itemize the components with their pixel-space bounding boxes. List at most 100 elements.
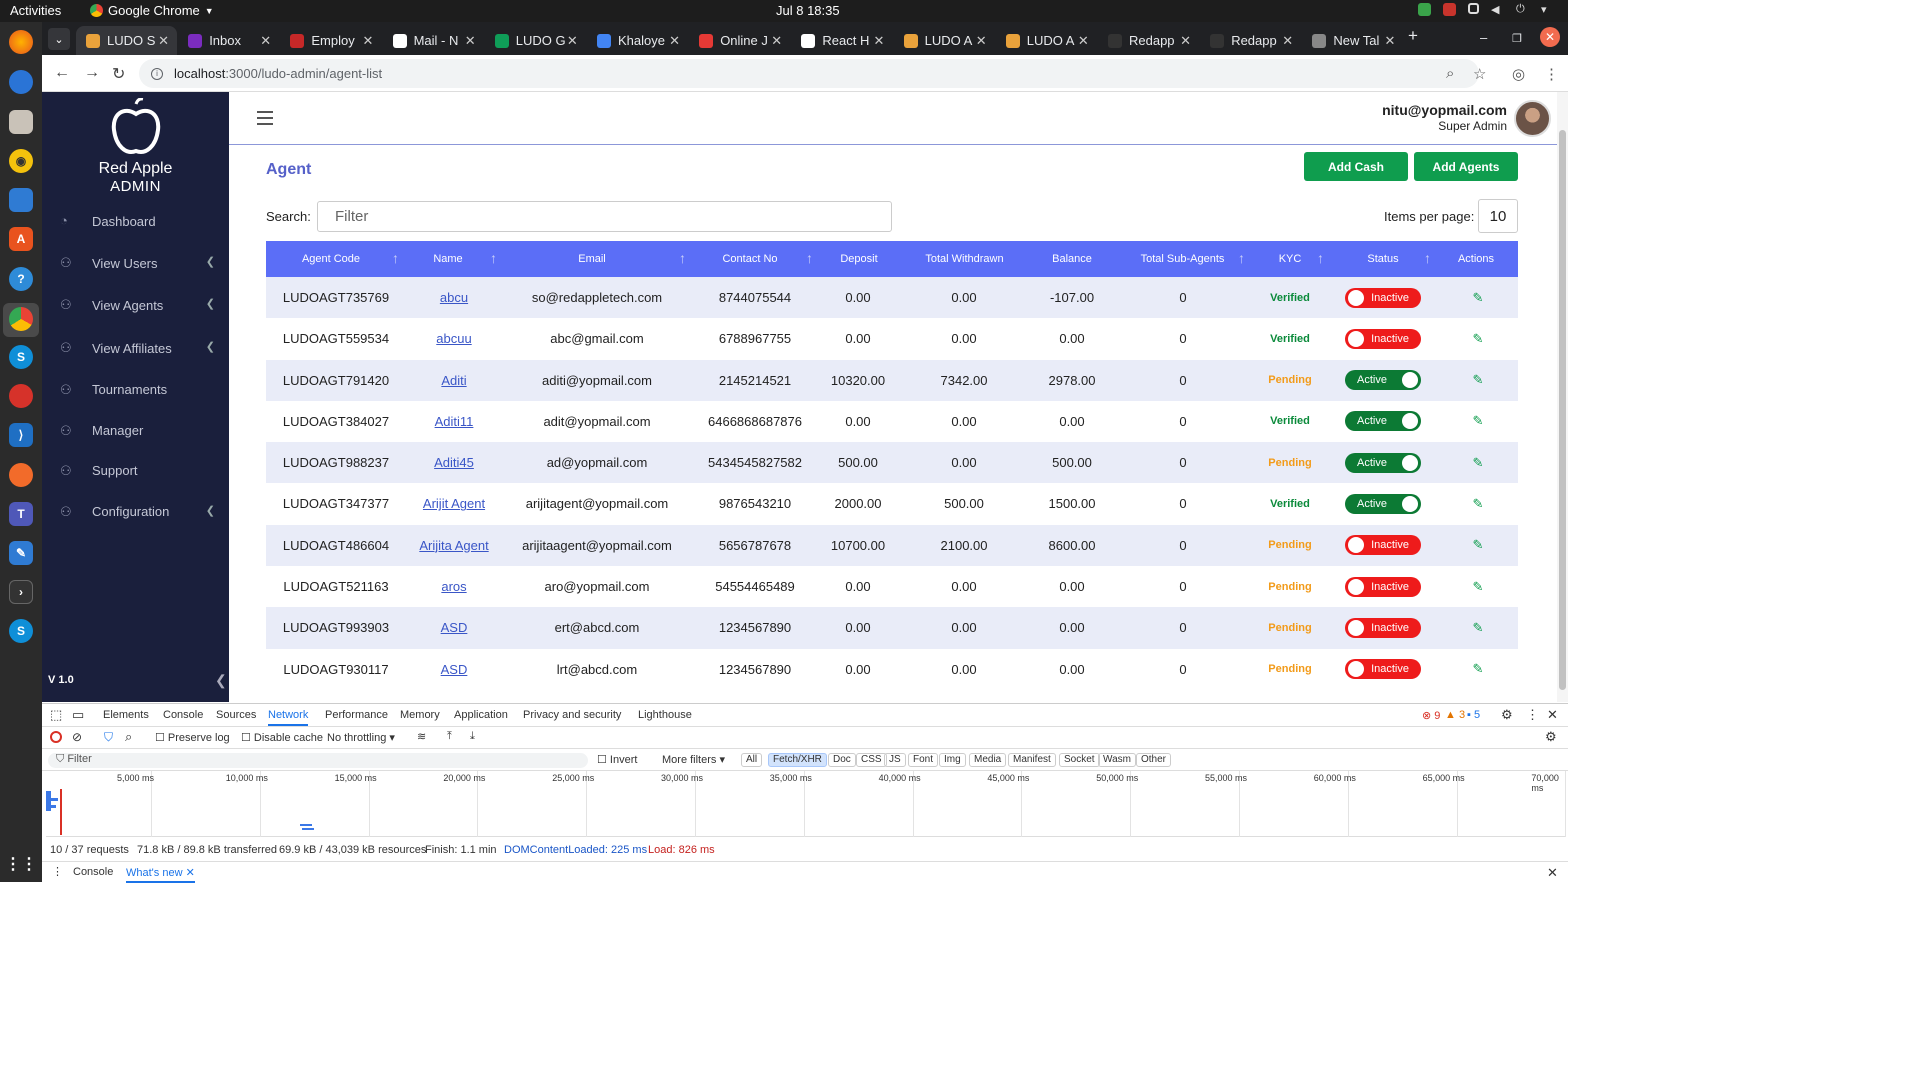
red-apple-icon[interactable]: [9, 384, 33, 408]
network-conditions-icon[interactable]: ≋: [417, 730, 426, 743]
status-toggle[interactable]: Active: [1345, 370, 1421, 391]
agent-name-link[interactable]: aros: [441, 579, 466, 594]
column-header-total-sub-agents[interactable]: Total Sub-Agents: [1117, 241, 1248, 277]
preserve-log-checkbox[interactable]: ☐ Preserve log: [155, 731, 230, 744]
agent-name-link[interactable]: ASD: [441, 620, 468, 635]
filter-chip-wasm[interactable]: Wasm: [1098, 753, 1136, 767]
search-icon[interactable]: ⌕: [125, 729, 132, 745]
filter-icon[interactable]: ⛉: [104, 730, 113, 745]
tab-close-icon[interactable]: ✕: [158, 33, 169, 49]
tab-close-icon[interactable]: ✕: [465, 33, 476, 49]
edit-icon[interactable]: ✎: [1473, 620, 1484, 636]
add-cash-button[interactable]: Add Cash: [1304, 152, 1408, 181]
devtools-tab-lighthouse[interactable]: Lighthouse: [638, 709, 692, 721]
software-center-icon[interactable]: A: [9, 227, 33, 251]
address-bar[interactable]: i localhost:3000/ludo-admin/agent-list: [139, 59, 1479, 88]
avatar[interactable]: [1514, 100, 1551, 137]
export-har-icon[interactable]: ⤓: [470, 730, 475, 743]
browser-tab[interactable]: Redapp ✕: [1200, 26, 1301, 55]
user-email[interactable]: nitu@yopmail.com: [1382, 102, 1507, 118]
edit-icon[interactable]: ✎: [1473, 331, 1484, 347]
status-toggle[interactable]: Inactive: [1345, 535, 1421, 556]
browser-tab[interactable]: Employ ✕: [280, 26, 381, 55]
profile-icon[interactable]: ◎: [1512, 65, 1525, 83]
bookmark-star-icon[interactable]: ☆: [1473, 65, 1486, 83]
browser-tab[interactable]: Inbox ✕: [178, 26, 279, 55]
filter-chip-manifest[interactable]: Manifest: [1008, 753, 1056, 767]
back-icon[interactable]: ←: [54, 64, 70, 82]
browser-tab[interactable]: Redapp ✕: [1098, 26, 1199, 55]
devtools-tab-privacy-and-security[interactable]: Privacy and security: [523, 709, 621, 721]
clock[interactable]: Jul 8 18:35: [776, 3, 840, 18]
tab-close-icon[interactable]: ✕: [260, 33, 271, 49]
status-toggle[interactable]: Active: [1345, 411, 1421, 432]
maximize-button[interactable]: ❐: [1512, 32, 1522, 45]
agent-name-link[interactable]: Aditi45: [434, 455, 474, 470]
new-tab-button[interactable]: +: [1408, 26, 1418, 46]
warning-count[interactable]: ▲ 3: [1445, 709, 1465, 721]
drawer-menu-icon[interactable]: ⋮: [52, 865, 63, 878]
skype-secondary-icon[interactable]: S: [9, 619, 33, 643]
filter-chip-css[interactable]: CSS: [856, 753, 887, 767]
sidebar-item-view-agents[interactable]: ⚇ View Agents ❮: [42, 284, 229, 327]
browser-tab[interactable]: LUDO G ✕: [485, 26, 586, 55]
edit-icon[interactable]: ✎: [1473, 579, 1484, 595]
import-har-icon[interactable]: ⤒: [447, 730, 452, 743]
agent-name-link[interactable]: Arijita Agent: [419, 538, 488, 553]
agent-name-link[interactable]: abcu: [440, 290, 468, 305]
network-filter-input[interactable]: ⛉ Filter: [48, 753, 588, 768]
terminal-icon[interactable]: ›: [9, 580, 33, 604]
sidebar-item-dashboard[interactable]: ◔ Dashboard: [42, 200, 229, 242]
browser-tab[interactable]: Online J ✕: [689, 26, 790, 55]
network-timeline[interactable]: 5,000 ms 10,000 ms 15,000 ms 20,000 ms 25,00…: [46, 771, 1567, 837]
sidebar-item-view-affiliates[interactable]: ⚇ View Affiliates ❮: [42, 327, 229, 369]
skype-icon[interactable]: S: [9, 345, 33, 369]
filter-chip-img[interactable]: Img: [939, 753, 966, 767]
agent-name-link[interactable]: abcuu: [436, 331, 471, 346]
browser-tab[interactable]: New Tal ✕: [1302, 26, 1403, 55]
activities-button[interactable]: Activities: [10, 3, 61, 18]
disable-cache-checkbox[interactable]: ☐ Disable cache: [241, 731, 323, 744]
devtools-tab-memory[interactable]: Memory: [400, 709, 440, 721]
filter-chip-media[interactable]: Media: [969, 753, 1007, 767]
tab-close-icon[interactable]: ✕: [771, 33, 782, 49]
status-toggle[interactable]: Inactive: [1345, 328, 1421, 349]
column-header-status[interactable]: Status: [1332, 241, 1434, 277]
thunderbird-icon[interactable]: [9, 70, 33, 94]
filter-chip-other[interactable]: Other: [1136, 753, 1172, 767]
status-toggle[interactable]: Inactive: [1345, 659, 1421, 680]
close-devtools-icon[interactable]: ✕: [1547, 707, 1558, 723]
sidebar-item-configuration[interactable]: ⚇ Configuration ❮: [42, 491, 229, 532]
close-window-button[interactable]: ✕: [1540, 27, 1560, 47]
tab-close-icon[interactable]: ✕: [669, 33, 680, 49]
devtools-tab-console[interactable]: Console: [163, 709, 203, 721]
column-header-contact-no[interactable]: Contact No: [684, 241, 816, 277]
browser-tab[interactable]: Mail - N ✕: [383, 26, 484, 55]
system-tray[interactable]: ◀ ⏻ ▾: [1418, 3, 1554, 16]
sort-arrow-icon[interactable]: ↑: [806, 250, 813, 266]
tab-close-icon[interactable]: ✕: [1282, 33, 1293, 49]
column-header-agent-code[interactable]: Agent Code: [266, 241, 396, 277]
agent-name-link[interactable]: Arijit Agent: [423, 496, 485, 511]
tab-close-icon[interactable]: ✕: [362, 33, 373, 49]
status-toggle[interactable]: Active: [1345, 493, 1421, 514]
tab-close-icon[interactable]: ✕: [1180, 33, 1191, 49]
vscode-icon[interactable]: ⟩: [9, 423, 33, 447]
devtools-tab-application[interactable]: Application: [454, 709, 508, 721]
app-menu[interactable]: Google Chrome ▼: [90, 3, 214, 18]
add-agents-button[interactable]: Add Agents: [1414, 152, 1518, 181]
devtools-tab-sources[interactable]: Sources: [216, 709, 256, 721]
browser-tab[interactable]: Khaloye ✕: [587, 26, 688, 55]
filter-chip-doc[interactable]: Doc: [828, 753, 856, 767]
chrome-dock-icon[interactable]: [9, 307, 33, 331]
tab-close-icon[interactable]: ✕: [567, 33, 578, 49]
tab-search-button[interactable]: ⌄: [48, 28, 70, 50]
collapse-sidebar-icon[interactable]: ❮: [215, 672, 227, 689]
settings-gear-icon[interactable]: ⚙: [1501, 707, 1513, 723]
search-input[interactable]: Filter: [317, 201, 892, 232]
status-toggle[interactable]: Inactive: [1345, 617, 1421, 638]
message-count[interactable]: ▪ 5: [1467, 709, 1480, 721]
tab-close-icon[interactable]: ✕: [873, 33, 884, 49]
sort-arrow-icon[interactable]: ↑: [1238, 250, 1245, 266]
edit-icon[interactable]: ✎: [1473, 372, 1484, 388]
